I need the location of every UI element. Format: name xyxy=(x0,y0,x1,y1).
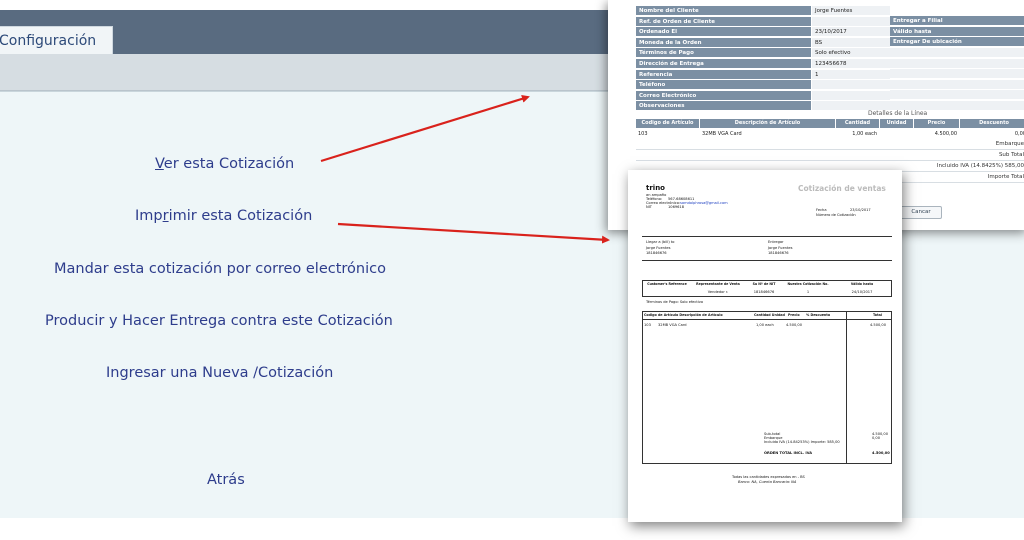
field-label: Teléfono xyxy=(636,80,811,91)
field-value: Solo efectivo xyxy=(812,48,890,59)
ship-name: Jorge Fuentes xyxy=(768,246,793,250)
produce-deliver-link[interactable]: Producir y Hacer Entrega contra este Cot… xyxy=(45,313,393,329)
line-cell: 4.500,00 xyxy=(934,131,957,137)
bill-name: Jorge Fuentes xyxy=(646,246,671,250)
field-label: Ordenado El xyxy=(636,27,811,38)
item-cell: 4.500,00 xyxy=(786,323,803,327)
field-value xyxy=(890,79,1024,90)
field-value xyxy=(812,16,890,27)
field-label: Válido hasta xyxy=(890,26,1024,37)
line-cell: 32MB VGA Card xyxy=(702,131,742,137)
date-value: 23/10/2017 xyxy=(850,208,871,212)
view-quote-link[interactable]: Ver esta Cotización xyxy=(155,156,294,172)
payment-terms: Términos de Pago: Solo efectivo xyxy=(646,300,704,304)
line-cell xyxy=(882,130,911,138)
item-column-header: Precio xyxy=(788,313,800,317)
field-label: Correo Electrónico xyxy=(636,90,811,101)
field-label: Moneda de la Orden xyxy=(636,37,811,48)
field-value: 123456678 xyxy=(812,59,890,69)
field-value: 1 xyxy=(812,69,890,80)
field-value xyxy=(812,80,890,91)
item-column-header: % Descuento xyxy=(806,313,831,317)
line-column-header: Descuento xyxy=(960,119,1024,128)
item-cell: 1,00 each xyxy=(756,323,774,327)
item-column-header: Codigo de Artículo Descripción de Artícu… xyxy=(644,313,723,317)
meta-value: Vendedor r. xyxy=(707,290,729,294)
nit-label: NIT xyxy=(646,205,652,209)
line-cell: 103 xyxy=(638,131,648,137)
field-value xyxy=(890,58,1024,69)
meta-header: Customer's Reference xyxy=(647,282,687,286)
email-value: samdolphrosa@gmail.com xyxy=(680,201,728,205)
item-column-header: Cantidad Unidad xyxy=(754,313,785,317)
total-label: Incluido IVA (14.84253%) Importe: 585,00 xyxy=(764,440,840,444)
line-column-header: Descripción de Artículo xyxy=(700,119,835,128)
field-label: Entregar De ubicación xyxy=(890,37,1024,48)
meta-header: Su Nº de NIT xyxy=(752,282,776,286)
address-rule xyxy=(642,260,892,261)
meta-header: Representante de Venta xyxy=(696,282,740,286)
field-value: Jorge Fuentes xyxy=(812,6,890,16)
ship-to-label: Entregar xyxy=(768,240,784,244)
date-label: Fecha xyxy=(816,208,827,212)
item-cell: 103 xyxy=(644,323,651,327)
company-name: trino xyxy=(646,184,665,192)
footer-currency: Todas las cantidades expresadas en - BS xyxy=(732,475,805,479)
field-value xyxy=(890,90,1024,101)
item-cell: 32MB VGA Card xyxy=(658,323,687,327)
tab-configuracion[interactable]: Configuración xyxy=(0,26,113,55)
field-value: 23/10/2017 xyxy=(812,27,890,38)
summary-shipping: Embarque xyxy=(995,141,1024,147)
line-cell: 1,00 each xyxy=(852,131,877,137)
cancel-button[interactable]: Cancar xyxy=(900,206,942,219)
field-label: Ref. de Orden de Cliente xyxy=(636,16,811,27)
back-link[interactable]: Atrás xyxy=(207,472,245,488)
field-value xyxy=(812,90,890,101)
summary-total: Importe Total xyxy=(987,174,1024,180)
item-cell: 4.500,00 xyxy=(870,323,887,327)
meta-value: 181846676 xyxy=(753,290,775,294)
meta-value: 1 xyxy=(806,290,810,294)
meta-header: Válido hasta xyxy=(850,282,874,286)
field-label: Dirección de Entrega xyxy=(636,59,811,69)
meta-header: Nuestra Cotización No. xyxy=(787,282,829,286)
bill-to-label: Llegar a (bill) to xyxy=(646,240,675,244)
field-label: Observaciones xyxy=(636,101,811,112)
divider xyxy=(636,149,1024,150)
nit-value: 1069618 xyxy=(668,205,685,209)
field-value xyxy=(890,48,1024,58)
line-column-header: Unidad xyxy=(880,119,913,128)
document-title: Cotización de ventas xyxy=(798,184,886,193)
field-value xyxy=(890,69,1024,80)
field-value: BS xyxy=(812,37,890,48)
quote-number-label: Número de Cotización xyxy=(816,213,856,217)
line-column-header: Codigo de Artículo xyxy=(636,119,699,128)
ship-address: 181846676 xyxy=(768,251,789,255)
meta-value: 24/10/2017 xyxy=(851,290,873,294)
email-quote-link[interactable]: Mandar esta cotización por correo electr… xyxy=(54,261,386,277)
header-rule xyxy=(642,236,892,237)
total-value: 4.500,00 xyxy=(872,451,890,455)
footer-bank: Banco: NA, Cuenta Bancaria: NA xyxy=(738,480,797,484)
field-label: Entregar a Filial xyxy=(890,16,1024,26)
summary-tax: Incluido IVA (14.8425%) 585,00 xyxy=(936,163,1024,169)
field-label: Términos de Pago xyxy=(636,48,811,59)
summary-subtotal: Sub Total xyxy=(998,152,1024,158)
items-column-rule xyxy=(846,311,847,464)
line-column-header: Precio xyxy=(914,119,959,128)
item-column-header: Total xyxy=(873,313,883,317)
line-cell: 0,00 xyxy=(1014,131,1024,137)
quotation-document-screenshot: trino an ampafio Teléfono: 567-68608611 … xyxy=(628,170,902,522)
field-label: Nombre del Cliente xyxy=(636,6,811,16)
line-details-title: Detalles de la Línea xyxy=(868,110,928,117)
divider xyxy=(636,160,1024,161)
new-quote-link[interactable]: Ingresar una Nueva /Cotización xyxy=(106,365,333,381)
line-column-header: Cantidad xyxy=(836,119,879,128)
bill-address: 181846676 xyxy=(646,251,667,255)
field-label: Referencia xyxy=(636,69,811,80)
total-label: ÓRDEN TOTAL INCL. IVA xyxy=(764,451,813,455)
print-quote-link[interactable]: Imprimir esta Cotización xyxy=(135,208,312,224)
total-value: 0,00 xyxy=(872,436,881,440)
items-header-rule xyxy=(642,319,892,320)
